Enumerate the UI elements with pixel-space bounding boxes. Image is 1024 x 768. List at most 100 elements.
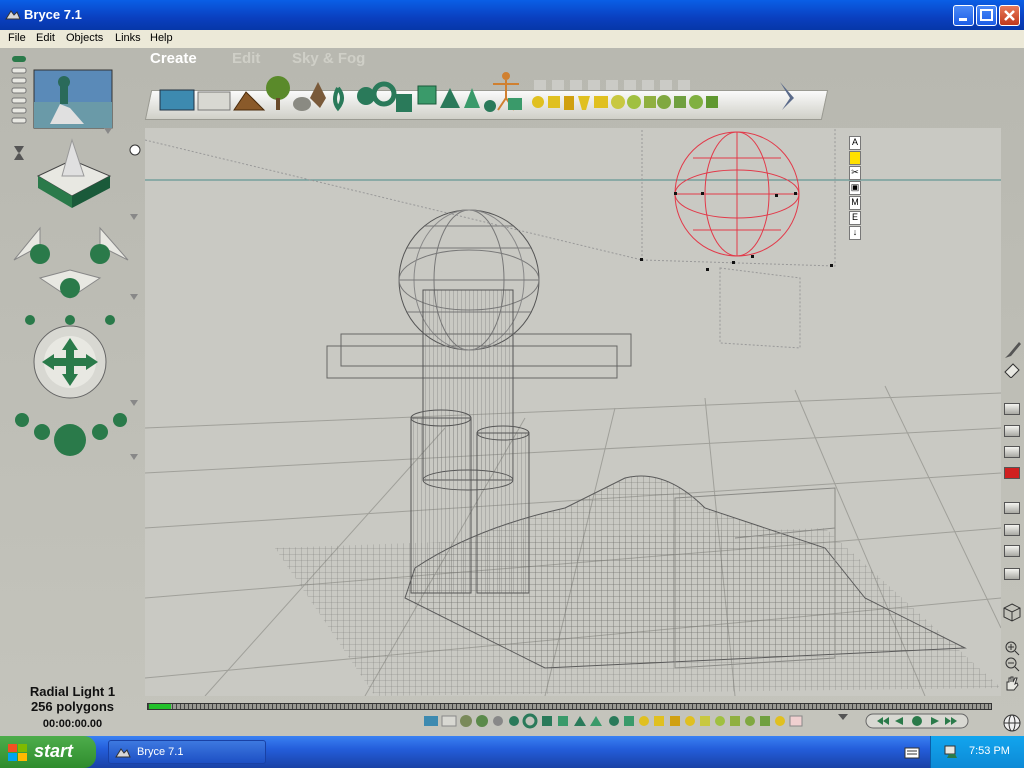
mini-toolbar-arrow-icon[interactable] xyxy=(836,712,850,724)
camera-menu-arrow[interactable] xyxy=(130,294,138,300)
disk-icon[interactable] xyxy=(484,100,496,112)
menu-bar: File Edit Objects Links Help xyxy=(0,30,1024,48)
menu-links[interactable]: Links xyxy=(115,32,141,44)
object-attribute-bar: A ✂ ▣ M E ↓ xyxy=(849,136,861,241)
close-button[interactable] xyxy=(999,5,1020,26)
minimize-button[interactable] xyxy=(953,5,974,26)
water-plane-icon[interactable] xyxy=(159,89,195,111)
attributes-button[interactable]: A xyxy=(849,136,861,150)
timeline-bar xyxy=(145,700,1001,736)
bryce-task-icon xyxy=(115,748,131,758)
taskbar-item-label: Bryce 7.1 xyxy=(137,746,184,758)
eraser-icon[interactable] xyxy=(1003,362,1021,378)
left-panel: Radial Light 1 256 polygons 00:00:00.00 xyxy=(0,48,145,736)
record-button[interactable] xyxy=(1004,467,1020,479)
toolbar-button-1[interactable] xyxy=(1004,403,1020,415)
keyboard-icon[interactable] xyxy=(904,746,920,760)
globe-icon[interactable] xyxy=(1001,713,1023,733)
minimize-icon xyxy=(959,18,967,21)
leg-cylinders xyxy=(410,409,530,594)
taskbar-item-bryce[interactable]: Bryce 7.1 xyxy=(108,740,266,764)
start-button[interactable]: start xyxy=(0,736,96,768)
camera-trackball-icon[interactable] xyxy=(13,226,129,325)
toolbar-button-2[interactable] xyxy=(1004,425,1020,437)
square-icon[interactable] xyxy=(508,98,522,110)
menu-edit[interactable]: Edit xyxy=(36,32,55,44)
trackball-menu-arrow[interactable] xyxy=(130,400,138,406)
ground-plane-icon[interactable] xyxy=(197,91,231,111)
3d-viewport[interactable]: A ✂ ▣ M E ↓ xyxy=(145,128,1001,696)
pan-hand-icon[interactable] xyxy=(1003,674,1021,692)
toolbar-button-3[interactable] xyxy=(1004,446,1020,458)
timeline-playhead[interactable] xyxy=(149,704,171,709)
render-option-radio[interactable] xyxy=(129,144,141,156)
cone-icon[interactable] xyxy=(464,88,480,108)
family-color-button[interactable] xyxy=(849,151,861,165)
cylinder-icon[interactable] xyxy=(396,94,412,112)
menu-file[interactable]: File xyxy=(8,32,26,44)
polygon-count: 256 polygons xyxy=(30,699,115,714)
zoom-in-icon[interactable] xyxy=(1003,640,1021,656)
bryce-app-icon[interactable] xyxy=(5,7,21,23)
shelf-ghost-icons xyxy=(534,80,690,90)
stone-icon[interactable] xyxy=(310,82,326,108)
tab-sky-fog[interactable]: Sky & Fog xyxy=(292,50,365,67)
edit-button[interactable]: E xyxy=(849,211,861,225)
playback-controls[interactable] xyxy=(865,713,969,729)
windows-logo-icon xyxy=(8,744,27,761)
zoom-out-icon[interactable] xyxy=(1003,656,1021,672)
display-mode-buttons[interactable] xyxy=(11,56,27,124)
target-button[interactable]: ▣ xyxy=(849,181,861,195)
left-controls xyxy=(11,56,141,460)
rock-icon[interactable] xyxy=(293,97,311,111)
material-button[interactable]: M xyxy=(849,196,861,210)
terrain-mesh xyxy=(275,475,1001,696)
trackball-icon[interactable] xyxy=(33,325,107,399)
tab-create[interactable]: Create xyxy=(150,50,197,67)
render-ball-icon[interactable] xyxy=(15,413,127,456)
toolbar-button-5[interactable] xyxy=(1004,524,1020,536)
preview-menu-arrow[interactable] xyxy=(104,128,112,134)
paint-brush-icon[interactable] xyxy=(1003,340,1021,360)
menu-help[interactable]: Help xyxy=(150,32,173,44)
pyramid-icon[interactable] xyxy=(440,88,460,108)
right-toolbar xyxy=(1001,330,1024,733)
view-control-icon[interactable] xyxy=(36,138,112,208)
render-menu-arrow[interactable] xyxy=(130,454,138,460)
cube-view-icon[interactable] xyxy=(1003,602,1021,622)
network-icon[interactable] xyxy=(943,744,959,760)
timeline-scrubber[interactable] xyxy=(147,703,992,710)
wireframe-scene xyxy=(145,128,1001,696)
cube-icon[interactable] xyxy=(417,85,437,105)
radial-light-wireframe[interactable] xyxy=(674,131,800,257)
toolbar-button-7[interactable] xyxy=(1004,568,1020,580)
maximize-button[interactable] xyxy=(976,5,997,26)
view-menu-arrow[interactable] xyxy=(130,214,138,220)
link-button[interactable]: ✂ xyxy=(849,166,861,180)
taskbar: start Bryce 7.1 7:53 PM xyxy=(0,736,1024,768)
toolbar-button-6[interactable] xyxy=(1004,545,1020,557)
tab-edit[interactable]: Edit xyxy=(232,50,260,67)
timecode: 00:00:00.00 xyxy=(42,718,103,730)
tree-icon[interactable] xyxy=(266,76,290,110)
terrain-icon[interactable] xyxy=(233,91,266,111)
selection-label: Radial Light 1 xyxy=(29,684,116,699)
window-title: Bryce 7.1 xyxy=(24,7,82,22)
mini-create-toolbar[interactable] xyxy=(420,712,840,732)
light-icon[interactable] xyxy=(780,82,794,110)
close-icon xyxy=(1004,10,1015,21)
nano-preview-icon[interactable] xyxy=(14,146,24,160)
menu-objects[interactable]: Objects xyxy=(66,32,103,44)
clock: 7:53 PM xyxy=(969,745,1010,757)
preview-thumbnail[interactable] xyxy=(33,69,113,129)
toolbar-button-4[interactable] xyxy=(1004,502,1020,514)
spiral-icon[interactable] xyxy=(333,86,344,112)
torus-icon[interactable] xyxy=(371,81,397,107)
title-bar: Bryce 7.1 xyxy=(0,0,1024,30)
system-tray: 7:53 PM xyxy=(930,736,1024,768)
drop-button[interactable]: ↓ xyxy=(849,226,861,240)
create-toolbar xyxy=(159,72,794,112)
play-icon[interactable] xyxy=(912,716,922,726)
primitive-icon[interactable] xyxy=(532,95,718,110)
start-label: start xyxy=(34,741,74,761)
